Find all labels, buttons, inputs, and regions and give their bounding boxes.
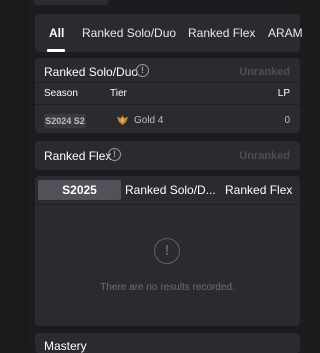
lp-value: 0 [284, 115, 290, 126]
mastery-card: Mastery [35, 333, 300, 353]
tab-all[interactable]: All [49, 14, 64, 52]
card-title: Mastery [44, 339, 87, 353]
card-title: Ranked Flex [44, 149, 112, 163]
info-icon[interactable]: ! [108, 148, 121, 161]
info-icon[interactable]: ! [136, 64, 149, 77]
divider [35, 204, 300, 205]
empty-state-message: There are no results recorded. [100, 282, 235, 293]
season-filter-button[interactable]: S2025 [38, 180, 121, 200]
tab-aram[interactable]: ARAM [268, 14, 303, 52]
queue-tabs: All Ranked Solo/Duo Ranked Flex ARAM [35, 14, 303, 52]
filter-tab-ranked-solo-duo[interactable]: Ranked Solo/D... [125, 180, 216, 200]
season-badge: S2024 S2 [44, 114, 86, 128]
tab-ranked-solo-duo[interactable]: Ranked Solo/Duo [82, 14, 176, 52]
divider [35, 104, 300, 105]
column-header-lp: LP [277, 88, 290, 99]
left-rail [0, 0, 28, 344]
ranked-solo-duo-card: Ranked Solo/Duo ! Unranked Season Tier L… [35, 58, 300, 133]
ranked-flex-card: Ranked Flex ! Unranked [35, 141, 300, 170]
column-header-season: Season [44, 88, 78, 99]
rank-status: Unranked [239, 150, 290, 162]
divider [35, 82, 300, 83]
results-card: S2025 Ranked Solo/D... Ranked Flex ! The… [35, 176, 300, 326]
column-header-tier: Tier [110, 88, 127, 99]
top-card-edge [33, 0, 109, 5]
tier-value: Gold 4 [134, 115, 164, 126]
active-tab-indicator [47, 49, 65, 52]
tab-ranked-flex[interactable]: Ranked Flex [188, 14, 255, 52]
card-title: Ranked Solo/Duo [44, 65, 139, 79]
filter-tab-ranked-flex[interactable]: Ranked Flex [225, 180, 292, 200]
gold-tier-icon [117, 115, 128, 125]
exclamation-circle-icon: ! [154, 238, 180, 264]
rank-status: Unranked [239, 66, 290, 78]
